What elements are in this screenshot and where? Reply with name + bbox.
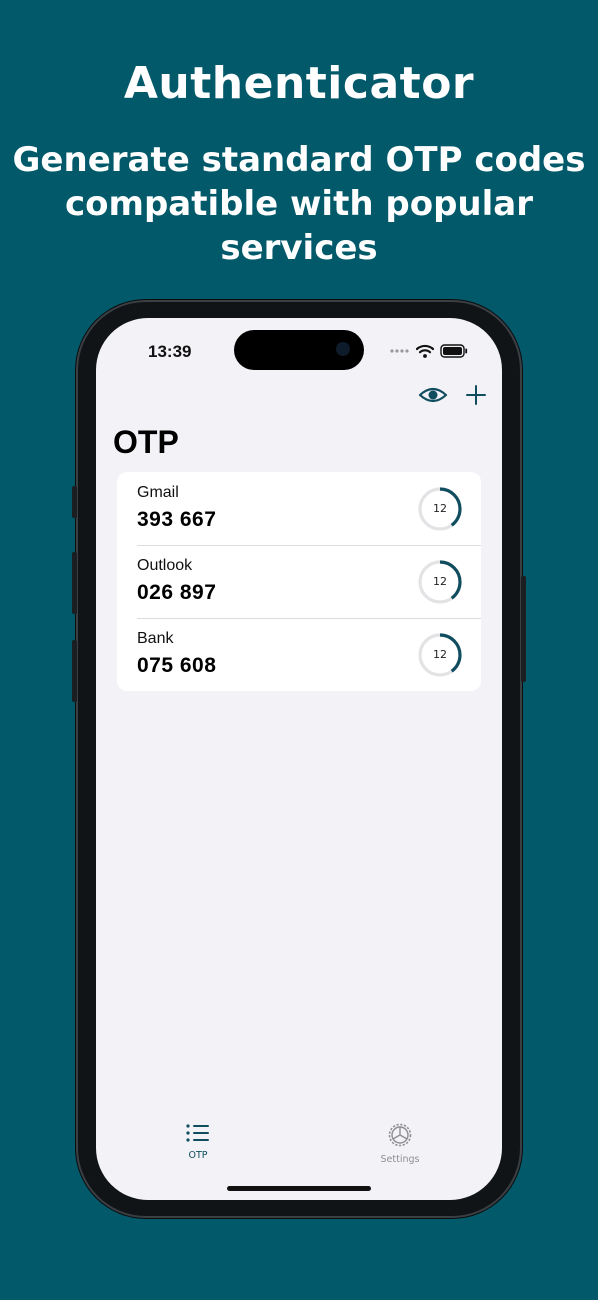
nav-actions <box>418 384 486 406</box>
timer-seconds: 12 <box>433 502 447 515</box>
countdown-timer: 12 <box>417 486 463 532</box>
otp-code: 393 667 <box>137 508 217 531</box>
promo-title: Authenticator <box>123 58 475 109</box>
eye-icon[interactable] <box>418 384 448 406</box>
phone-side-button <box>72 486 77 518</box>
otp-row[interactable]: Bank 075 608 12 <box>117 618 481 691</box>
signal-dots-icon <box>390 349 409 353</box>
promo-subtitle: Generate standard OTP codes compatible w… <box>0 138 598 270</box>
gear-icon <box>388 1123 412 1147</box>
home-indicator <box>227 1186 371 1191</box>
tab-label-otp: OTP <box>188 1150 208 1161</box>
otp-account-name: Outlook <box>137 557 193 574</box>
phone-screen: 13:39 OTP Gmail 393 667 12 Outlook 026 8… <box>96 318 502 1200</box>
timer-seconds: 12 <box>433 648 447 661</box>
status-time: 13:39 <box>148 342 192 361</box>
otp-account-name: Bank <box>137 630 174 647</box>
wifi-icon <box>416 344 434 358</box>
phone-side-button <box>72 640 77 702</box>
otp-code: 075 608 <box>137 654 217 677</box>
tab-bar: OTP Settings <box>96 1118 502 1178</box>
timer-seconds: 12 <box>433 575 447 588</box>
promo-subtitle-line1: Generate standard OTP codes <box>12 140 586 180</box>
dynamic-island <box>234 330 364 370</box>
phone-side-button <box>72 552 77 614</box>
countdown-timer: 12 <box>417 632 463 678</box>
otp-row[interactable]: Outlook 026 897 12 <box>117 545 481 618</box>
countdown-timer: 12 <box>417 559 463 605</box>
promo-subtitle-line2: compatible with popular services <box>65 184 533 268</box>
plus-icon[interactable] <box>466 385 486 405</box>
tab-otp[interactable]: OTP <box>158 1122 238 1161</box>
tab-settings[interactable]: Settings <box>360 1122 440 1165</box>
otp-row[interactable]: Gmail 393 667 12 <box>117 472 481 545</box>
otp-code: 026 897 <box>137 581 217 604</box>
phone-side-button <box>521 576 526 682</box>
page-title: OTP <box>113 424 179 460</box>
battery-icon <box>440 344 468 358</box>
otp-list: Gmail 393 667 12 Outlook 026 897 12 Bank… <box>117 472 481 691</box>
tab-label-settings: Settings <box>380 1154 420 1165</box>
otp-account-name: Gmail <box>137 484 179 501</box>
front-camera <box>336 342 350 356</box>
status-icons <box>390 344 468 358</box>
list-icon <box>186 1124 209 1142</box>
